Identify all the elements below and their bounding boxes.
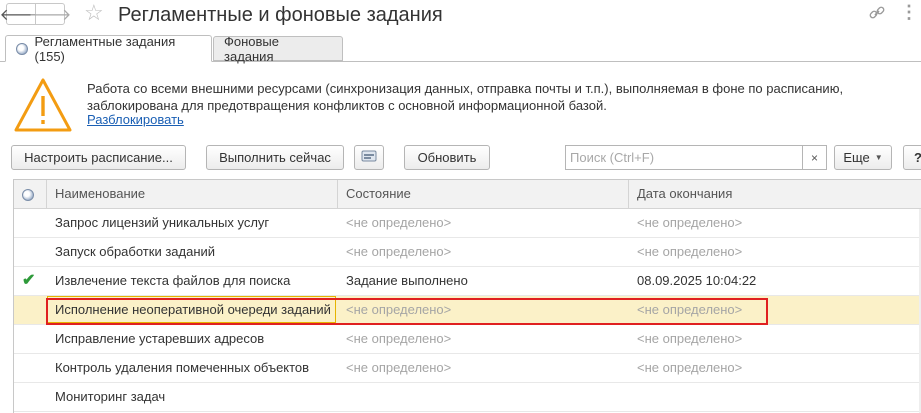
clear-search-button[interactable]: × xyxy=(803,145,827,170)
cell-end-date: <не определено> xyxy=(637,215,743,230)
tab-label: Фоновые задания xyxy=(224,33,280,64)
cell-name: Контроль удаления помеченных объектов xyxy=(55,360,310,375)
unlock-link[interactable]: Разблокировать xyxy=(87,112,184,127)
column-header-end-date[interactable]: Дата окончания xyxy=(629,180,919,208)
tab-background-jobs[interactable]: Фоновые задания xyxy=(213,33,343,64)
cell-state: Задание выполнено xyxy=(346,273,468,288)
cell-state: <не определено> xyxy=(346,360,452,375)
more-icon[interactable]: ⋮ xyxy=(900,2,919,23)
cell-end-date: 08.09.2025 10:04:22 xyxy=(637,273,757,288)
cell-name: Запуск обработки заданий xyxy=(55,244,216,259)
cell-end-date: <не определено> xyxy=(637,244,743,259)
column-header-name[interactable]: Наименование xyxy=(47,180,337,208)
clock-icon xyxy=(22,188,34,201)
run-now-button[interactable]: Выполнить сейчас xyxy=(206,145,344,170)
warning-line: Работа со всеми внешними ресурсами (синх… xyxy=(87,81,844,96)
table-row[interactable]: Запуск обработки заданий <не определено> <… xyxy=(14,238,921,267)
cell-name: Мониторинг задач xyxy=(55,389,166,404)
cell-state xyxy=(346,383,626,411)
warning-triangle-icon xyxy=(12,76,74,137)
clock-icon xyxy=(16,42,28,55)
forward-button[interactable]: 🡒 xyxy=(29,3,71,25)
cell-name: Запрос лицензий уникальных услуг xyxy=(55,215,270,230)
tab-scheduled-jobs[interactable]: Регламентные задания (155) xyxy=(5,33,212,64)
help-button[interactable]: ? xyxy=(903,145,921,170)
page-title: Регламентные и фоновые задания xyxy=(118,4,443,26)
link-icon[interactable] xyxy=(868,4,886,27)
cell-name: Исправление устаревших адресов xyxy=(55,331,265,346)
cell-state: <не определено> xyxy=(346,244,452,259)
cell-end-date: <не определено> xyxy=(637,360,743,375)
cell-state: <не определено> xyxy=(346,215,452,230)
chevron-down-icon: ▼ xyxy=(874,153,883,162)
table-row[interactable]: Исправление устаревших адресов <не опреде… xyxy=(14,325,921,354)
column-header-state[interactable]: Состояние xyxy=(338,180,628,208)
cell-name: Извлечение текста файлов для поиска xyxy=(55,273,291,288)
table-row[interactable]: Мониторинг задач xyxy=(14,383,921,412)
cell-state: <не определено> xyxy=(346,331,452,346)
table-row[interactable]: Контроль удаления помеченных объектов <не… xyxy=(14,354,921,383)
schedule-button[interactable]: Настроить расписание... xyxy=(11,145,186,170)
jobs-table: Наименование Состояние Дата окончания За… xyxy=(13,179,921,413)
table-row[interactable]: ✔ Извлечение текста файлов для поиска Зада… xyxy=(14,267,921,296)
cell-end-date xyxy=(637,383,917,411)
table-header: Наименование Состояние Дата окончания xyxy=(14,180,921,209)
warning-line: заблокирована для предотвращения конфлик… xyxy=(87,98,607,113)
console-icon xyxy=(361,150,377,165)
warning-message: Работа со всеми внешними ресурсами (синх… xyxy=(87,80,887,114)
header-status-icon xyxy=(14,180,46,208)
more-label: Еще xyxy=(843,150,870,165)
tab-label: Регламентные задания (155) xyxy=(34,33,176,64)
cell-end-date: <не определено> xyxy=(637,331,743,346)
more-menu-button[interactable]: Еще ▼ xyxy=(834,145,892,170)
refresh-button[interactable]: Обновить xyxy=(404,145,490,170)
star-icon[interactable]: ☆ xyxy=(84,2,104,24)
arrow-right-icon: 🡒 xyxy=(28,6,72,24)
highlight-box xyxy=(46,298,768,325)
checkmark-icon: ✔ xyxy=(22,272,36,289)
job-console-button[interactable] xyxy=(354,145,384,170)
search-input[interactable] xyxy=(565,145,803,170)
table-row[interactable]: Запрос лицензий уникальных услуг <не опре… xyxy=(14,209,921,238)
